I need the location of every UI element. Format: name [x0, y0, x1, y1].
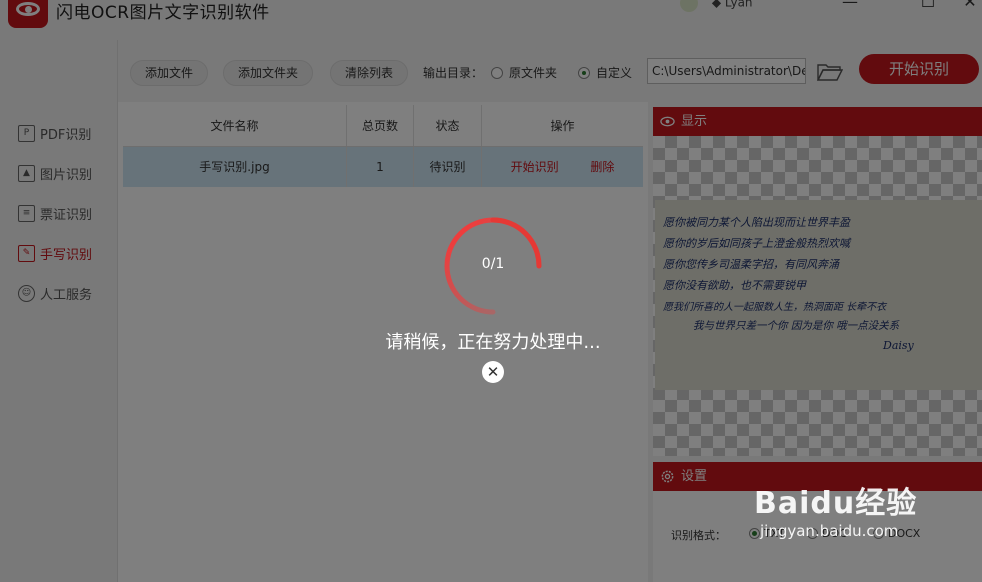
cancel-processing-icon[interactable]: ✕	[482, 361, 504, 383]
processing-message: 请稍候，正在努力处理中...	[385, 332, 601, 353]
watermark-url: jingyan.baidu.com	[760, 522, 899, 540]
watermark-logo: Baidu经验	[754, 486, 918, 521]
app-window: 闪电OCR图片文字识别软件 ◆ Lyan — ☐ ✕ P PDF识别 ▲ 图片识…	[0, 0, 982, 582]
progress-counter: 0/1	[481, 256, 505, 272]
